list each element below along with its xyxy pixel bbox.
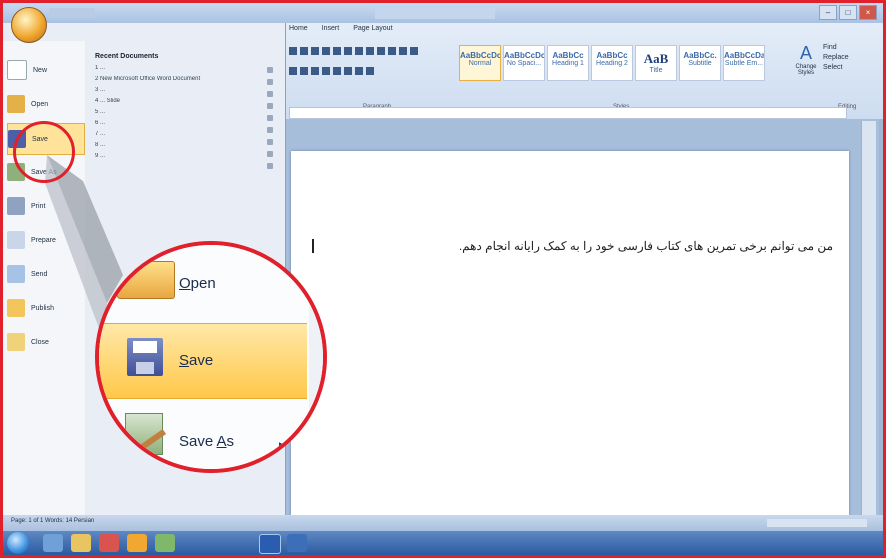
zoomed-save-as-label: Save As (179, 433, 235, 450)
zoomed-open-label: Open (179, 275, 216, 292)
screenshot-frame: – □ × Home Insert Page Layout AaBbCcDc No… (0, 0, 886, 558)
zoomed-save-item[interactable]: Save (99, 323, 307, 399)
zoomed-menu-panel: Open Save Save As ▶ (99, 245, 311, 469)
save-as-icon (125, 413, 163, 455)
floppy-disk-icon (127, 338, 163, 376)
submenu-arrow-icon: ▶ (279, 439, 289, 453)
zoomed-menu-view: Open Save Save As ▶ (95, 241, 327, 473)
zoomed-save-as-item[interactable]: Save As (99, 401, 307, 469)
zoom-source-highlight (13, 121, 75, 183)
folder-icon (117, 261, 175, 299)
zoomed-save-label: Save (179, 352, 214, 369)
zoomed-open-item[interactable]: Open (99, 245, 307, 319)
